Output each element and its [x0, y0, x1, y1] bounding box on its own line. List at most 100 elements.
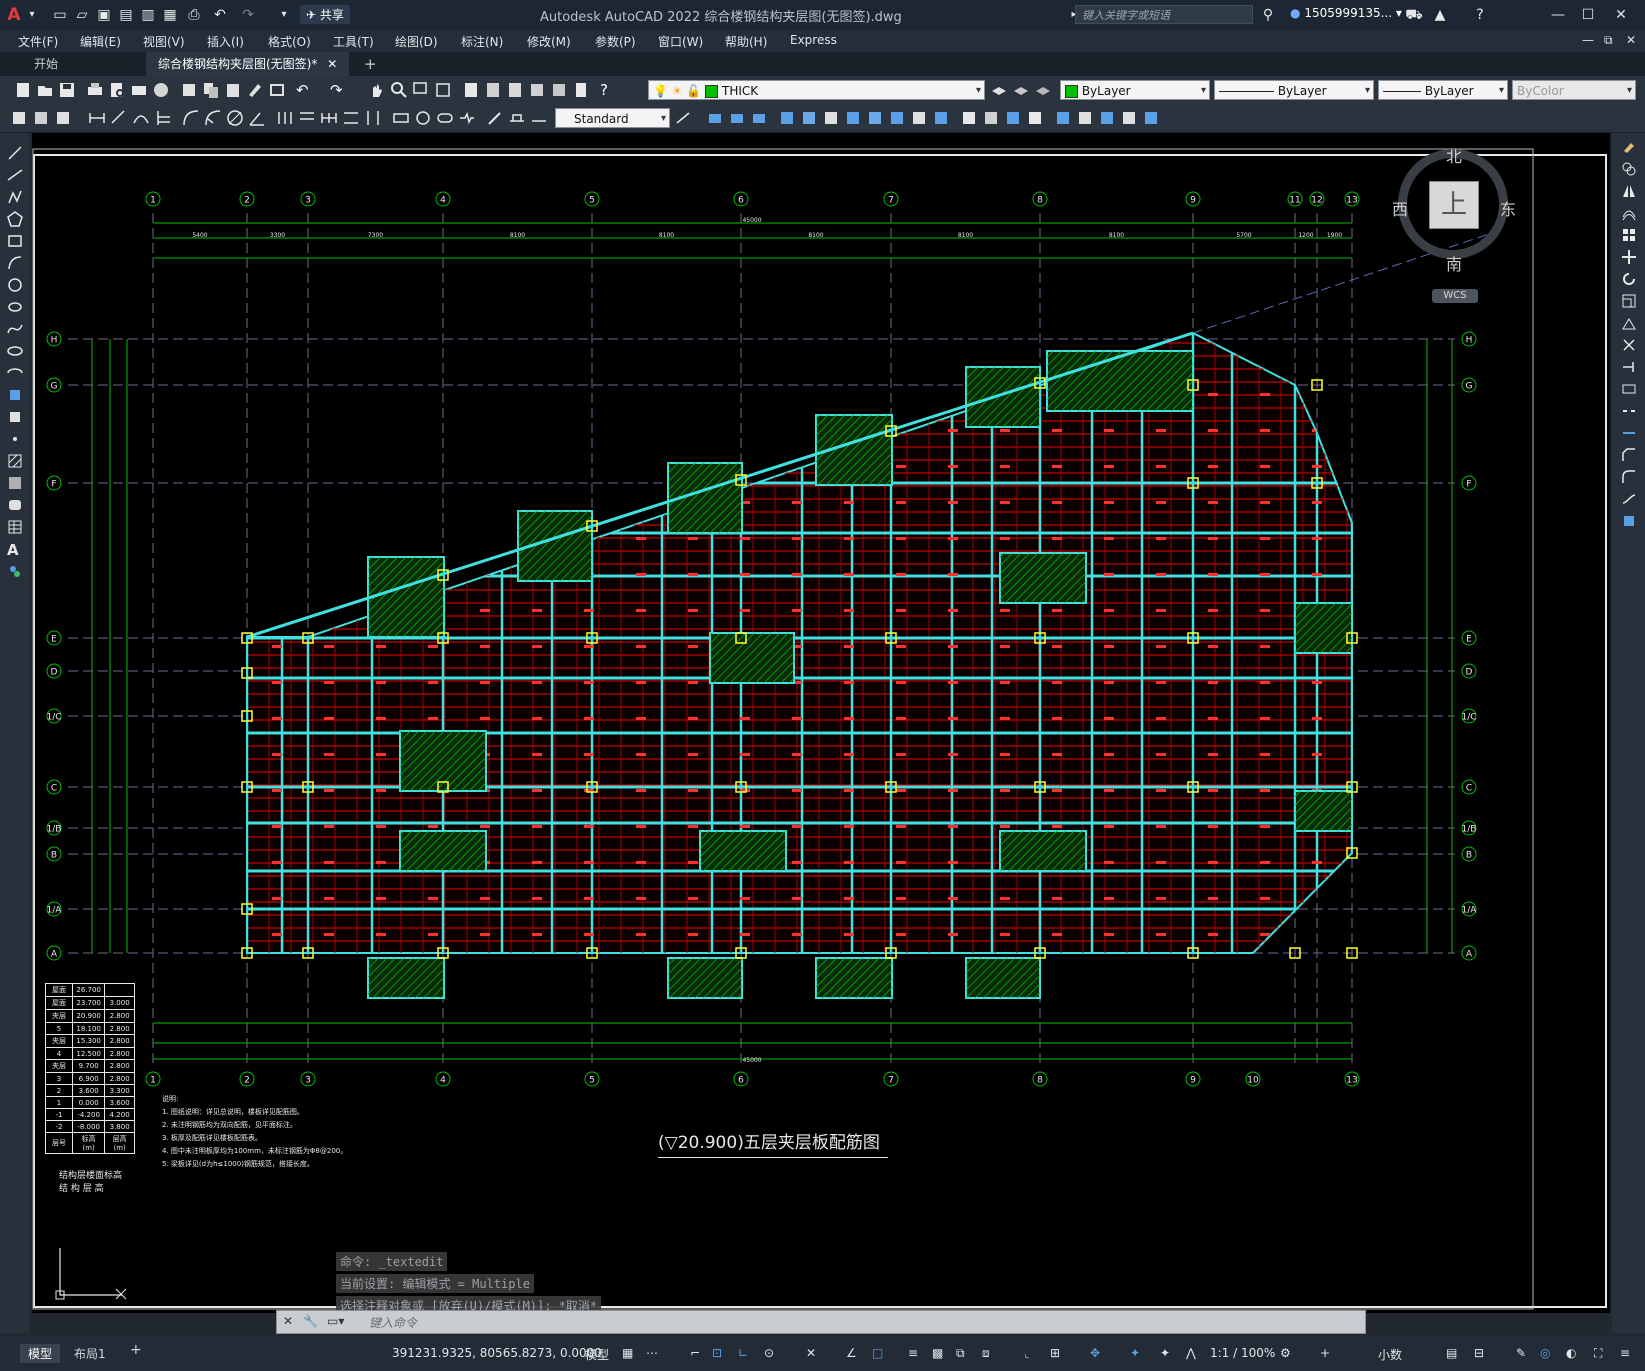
quickcalc-icon[interactable] [572, 81, 590, 99]
plot-icon[interactable]: ⎙ [184, 5, 204, 25]
menu-help[interactable]: 帮助(H) [725, 33, 767, 50]
jogged-dim-icon[interactable] [204, 109, 222, 127]
viewcube-east[interactable]: 东 [1500, 196, 1516, 220]
modify-icon-1[interactable] [706, 109, 724, 127]
recent-commands-icon[interactable]: ▭▾ [327, 1314, 344, 1328]
modify-icon-19[interactable] [1120, 109, 1138, 127]
chamfer-icon[interactable] [1621, 447, 1637, 463]
command-line[interactable]: ✕ 🔧 ▭▾ 键入命令 [276, 1310, 1366, 1334]
clean-screen-icon[interactable]: ◐ [1566, 1346, 1584, 1364]
maximize-button[interactable]: ☐ [1575, 4, 1601, 26]
lock-ui-icon[interactable]: ⊟ [1474, 1346, 1492, 1364]
pan-icon[interactable] [368, 81, 386, 99]
center-mark-icon[interactable] [414, 109, 432, 127]
qnew-icon[interactable] [14, 81, 32, 99]
annotation-monitor-icon[interactable]: + [1320, 1346, 1338, 1364]
search-icon[interactable]: ⚲ [1258, 5, 1278, 25]
blend-curves-icon[interactable] [1621, 491, 1637, 507]
command-input[interactable]: 键入命令 [369, 1314, 417, 1331]
command-customize-icon[interactable]: 🔧 [303, 1314, 318, 1328]
plot-preview-icon[interactable] [108, 81, 126, 99]
join-icon[interactable] [1621, 425, 1637, 441]
inspection-icon[interactable] [436, 109, 454, 127]
linear-dim-icon[interactable] [88, 109, 106, 127]
dim-style-manager-icon[interactable] [675, 109, 693, 127]
viewcube-top-face[interactable]: 上 [1429, 181, 1479, 229]
ellipse-arc-icon[interactable] [7, 365, 23, 381]
dim-space-icon[interactable] [342, 109, 360, 127]
linetype-dropdown[interactable]: ByLayer [1214, 80, 1374, 101]
customization-icon[interactable]: ≡ [1620, 1346, 1638, 1364]
construction-line-icon[interactable] [7, 167, 23, 183]
zoom-previous-icon[interactable] [434, 81, 452, 99]
selection-filter-icon[interactable]: ⊞ [1050, 1346, 1068, 1364]
modify-icon-18[interactable] [1098, 109, 1116, 127]
annotation-scale-icon[interactable]: ⋀ [1186, 1346, 1204, 1364]
mirror-icon[interactable] [1621, 183, 1637, 199]
spline-icon[interactable] [7, 321, 23, 337]
object-snap-icon[interactable]: □ [872, 1346, 890, 1364]
plot-icon-2[interactable] [86, 81, 104, 99]
modify-icon-11[interactable] [932, 109, 950, 127]
jogged-linear-icon[interactable] [458, 109, 476, 127]
add-layout-icon[interactable]: + [122, 1341, 150, 1359]
annotation-visibility-icon[interactable]: ✦ [1130, 1346, 1148, 1364]
menu-parametric[interactable]: 参数(P) [595, 33, 636, 50]
zoom-realtime-icon[interactable] [390, 81, 408, 99]
continue-dim-icon[interactable] [320, 109, 338, 127]
tab-layout1[interactable]: 布局1 [66, 1344, 114, 1363]
layer-properties-icon[interactable] [990, 81, 1008, 99]
menu-dimension[interactable]: 标注(N) [461, 33, 503, 50]
move-icon[interactable] [1621, 249, 1637, 265]
color-dropdown[interactable]: ByLayer [1060, 80, 1210, 101]
properties-icon[interactable] [462, 81, 480, 99]
close-button[interactable]: ✕ [1608, 4, 1634, 26]
polyline-icon[interactable] [7, 189, 23, 205]
menu-window[interactable]: 窗口(W) [658, 33, 703, 50]
menu-insert[interactable]: 插入(I) [207, 33, 244, 50]
make-current-layer-icon[interactable] [1012, 81, 1030, 99]
break-at-point-icon[interactable] [1621, 381, 1637, 397]
dynamic-input-icon[interactable]: ⊡ [712, 1346, 730, 1364]
dimedit-icon[interactable] [486, 109, 504, 127]
publish-icon[interactable] [130, 81, 148, 99]
lineweight-toggle-icon[interactable]: ≡ [908, 1346, 926, 1364]
autocad-logo-icon[interactable]: A [4, 5, 24, 25]
wcs-menu[interactable]: WCS [1432, 289, 1478, 303]
fillet-icon[interactable] [1621, 469, 1637, 485]
tb-icon-3[interactable] [54, 109, 72, 127]
doc-restore-icon[interactable]: ⧉ [1604, 33, 1613, 48]
tab-drawing[interactable]: 综合楼钢结构夹层图(无图签)* ✕ [146, 52, 350, 76]
polar-tracking-icon[interactable]: ⊙ [764, 1346, 782, 1364]
match-properties-icon[interactable] [246, 81, 264, 99]
modify-icon-12[interactable] [960, 109, 978, 127]
menu-tools[interactable]: 工具(T) [333, 33, 374, 50]
modify-icon-3[interactable] [750, 109, 768, 127]
insert-block-icon[interactable] [7, 387, 23, 403]
modify-icon-9[interactable] [888, 109, 906, 127]
tab-model[interactable]: 模型 [20, 1344, 61, 1363]
open-folder-icon[interactable]: ▱ [72, 5, 92, 25]
scale-icon[interactable] [1621, 293, 1637, 309]
rotate-icon[interactable] [1621, 271, 1637, 287]
dim-break-icon[interactable] [364, 109, 382, 127]
minimize-button[interactable]: — [1545, 4, 1571, 26]
diameter-dim-icon[interactable] [226, 109, 244, 127]
modify-icon-2[interactable] [728, 109, 746, 127]
make-block-icon[interactable] [7, 409, 23, 425]
menu-draw[interactable]: 绘图(D) [395, 33, 438, 50]
quick-properties-icon[interactable]: ▤ [1446, 1346, 1464, 1364]
infer-constraints-icon[interactable]: ⌐ [690, 1346, 708, 1364]
modify-icon-14[interactable] [1004, 109, 1022, 127]
sheet-set-icon[interactable] [528, 81, 546, 99]
save-to-web-icon[interactable]: ▦ [160, 5, 180, 25]
baseline-dim-icon[interactable] [298, 109, 316, 127]
help-icon-2[interactable]: ? [600, 81, 618, 99]
3d-osnap-icon[interactable]: ⧈ [982, 1346, 1000, 1364]
tool-palettes-icon[interactable] [506, 81, 524, 99]
3d-dwf-icon[interactable] [152, 81, 170, 99]
modify-icon-8[interactable] [866, 109, 884, 127]
isometric-icon[interactable]: ✕ [806, 1346, 824, 1364]
viewcube-south[interactable]: 南 [1446, 251, 1462, 275]
revision-cloud-icon[interactable] [7, 299, 23, 315]
